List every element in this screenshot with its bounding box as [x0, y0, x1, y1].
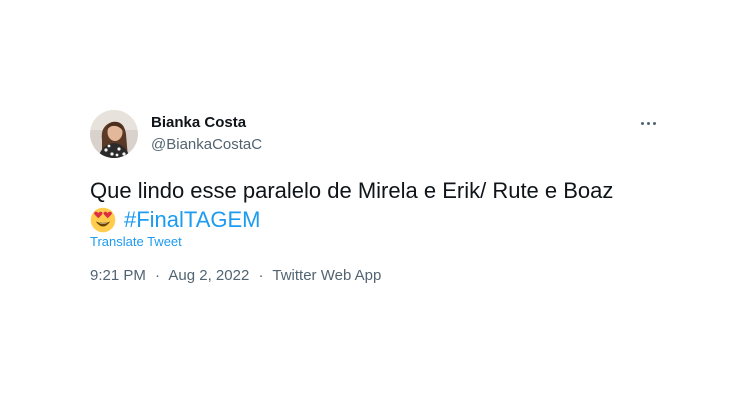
tweet-time[interactable]: 9:21 PM — [90, 267, 146, 284]
tweet-text-line-2: #FinalTAGEM — [90, 205, 690, 234]
tweet-metadata: 9:21 PM · Aug 2, 2022 · Twitter Web App — [90, 267, 381, 284]
tweet-text: Que lindo esse paralelo de Mirela e Erik… — [90, 176, 690, 234]
heart-eyes-emoji-icon — [90, 207, 116, 232]
more-horizontal-icon-dot — [646, 121, 650, 125]
more-horizontal-icon — [640, 121, 644, 125]
author-name[interactable]: Bianka Costa — [151, 114, 246, 131]
metadata-separator: · — [258, 267, 264, 284]
metadata-separator: · — [155, 267, 161, 284]
avatar-photo-icon — [90, 110, 138, 158]
tweet-date[interactable]: Aug 2, 2022 — [168, 267, 249, 284]
hashtag-link[interactable]: #FinalTAGEM — [124, 205, 261, 234]
more-horizontal-icon-dot — [652, 121, 656, 125]
avatar[interactable] — [90, 110, 138, 158]
tweet-text-line: Que lindo esse paralelo de Mirela e Erik… — [90, 178, 614, 203]
tweet-source: Twitter Web App — [272, 267, 382, 284]
translate-tweet-link[interactable]: Translate Tweet — [90, 234, 182, 249]
more-options-button[interactable] — [634, 112, 662, 134]
tweet-card: Bianka Costa @BiankaCostaC Que lindo ess… — [0, 0, 747, 420]
author-handle[interactable]: @BiankaCostaC — [151, 136, 262, 153]
